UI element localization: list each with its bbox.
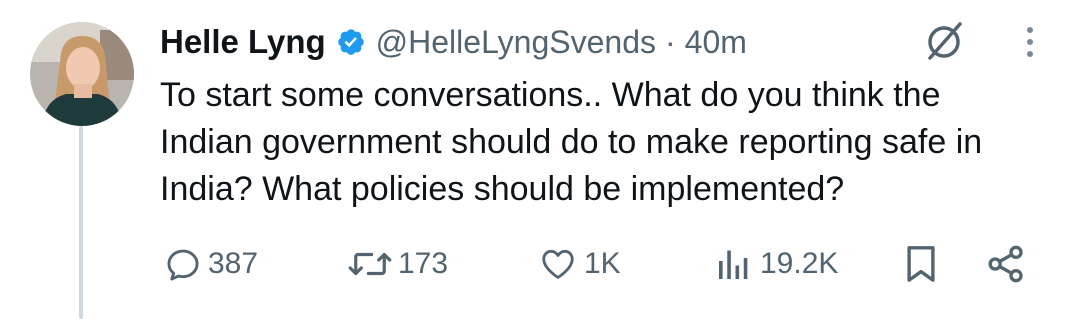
views-icon <box>716 245 752 283</box>
share-button[interactable] <box>986 242 1026 286</box>
tweet-header: Helle Lyng @HelleLyngSvends · 40m <box>160 20 747 64</box>
reply-icon <box>164 245 202 283</box>
timestamp[interactable]: 40m <box>685 24 747 61</box>
thread-line <box>79 126 83 319</box>
like-button[interactable]: 1K <box>538 242 621 286</box>
separator-dot: · <box>665 23 676 60</box>
tweet-text: To start some conversations.. What do yo… <box>160 76 983 208</box>
author-handle[interactable]: @HelleLyngSvends <box>376 24 656 61</box>
bookmark-icon <box>904 243 938 285</box>
views-count: 19.2K <box>760 247 839 280</box>
bookmark-button[interactable] <box>904 242 938 286</box>
like-count: 1K <box>584 247 621 280</box>
action-bar: 387 173 1K 19.2K <box>160 242 1040 286</box>
reply-count: 387 <box>208 247 259 280</box>
like-icon <box>538 245 578 283</box>
author-name[interactable]: Helle Lyng <box>160 23 326 61</box>
repost-icon <box>344 245 396 283</box>
repost-count: 173 <box>398 247 449 280</box>
views-button[interactable]: 19.2K <box>716 242 838 286</box>
repost-button[interactable]: 173 <box>344 242 448 286</box>
grok-icon[interactable] <box>920 18 968 71</box>
reply-button[interactable]: 387 <box>164 242 258 286</box>
more-icon[interactable] <box>1018 24 1042 69</box>
avatar[interactable] <box>30 22 134 126</box>
verified-badge-icon[interactable] <box>336 27 366 57</box>
share-icon <box>986 244 1026 284</box>
